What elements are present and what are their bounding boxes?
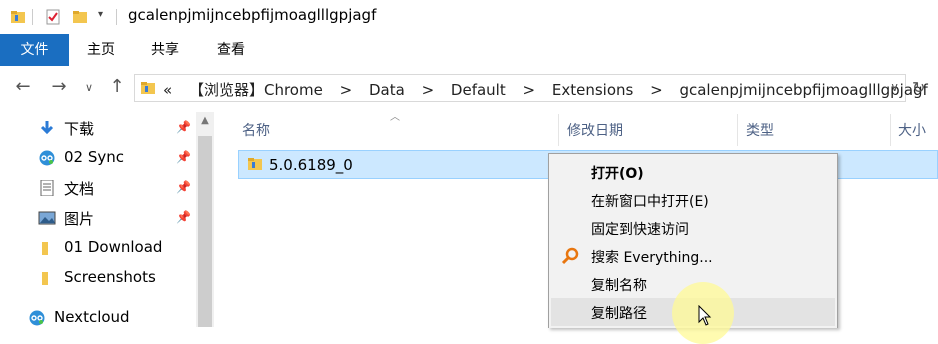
sidebar-item-pictures[interactable]: 图片 📌 xyxy=(0,204,196,232)
sort-ascending-icon: ︿ xyxy=(390,112,400,123)
sidebar-item-label: Screenshots xyxy=(64,268,156,286)
pin-icon[interactable]: 📌 xyxy=(176,210,191,224)
sidebar-item-downloads[interactable]: 下载 📌 xyxy=(0,114,196,142)
tab-view[interactable]: 查看 xyxy=(208,34,254,66)
breadcrumb-separator[interactable]: > xyxy=(523,81,536,99)
pin-icon[interactable]: 📌 xyxy=(176,120,191,134)
column-divider[interactable] xyxy=(558,114,559,146)
pin-icon[interactable]: 📌 xyxy=(176,150,191,164)
menu-item-open[interactable]: 打开(O) xyxy=(551,158,835,186)
window-title: gcalenpjmijncebpfijmoaglllgpjagf xyxy=(128,6,377,24)
breadcrumb-separator[interactable]: > xyxy=(340,81,353,99)
scrollbar-thumb[interactable] xyxy=(198,136,212,327)
folder-icon xyxy=(141,82,155,94)
divider xyxy=(32,9,33,25)
tab-home[interactable]: 主页 xyxy=(78,34,124,66)
menu-item-open-new-window[interactable]: 在新窗口中打开(E) xyxy=(551,186,835,214)
menu-item-label: 复制名称 xyxy=(591,278,647,294)
column-header-name[interactable]: 名称 xyxy=(242,120,270,140)
document-icon xyxy=(40,180,54,196)
sidebar-item-nextcloud[interactable]: Nextcloud xyxy=(0,304,186,332)
sidebar-item-documents[interactable]: 文档 📌 xyxy=(0,174,196,202)
sidebar-item-screenshots[interactable]: Screenshots xyxy=(0,264,196,292)
divider xyxy=(116,9,117,25)
up-arrow-icon[interactable]: ↑ xyxy=(104,76,130,97)
tab-share[interactable]: 共享 xyxy=(142,34,188,66)
menu-item-pin-quick-access[interactable]: 固定到快速访问 xyxy=(551,214,835,242)
menu-item-label: 固定到快速访问 xyxy=(591,222,689,238)
column-divider[interactable] xyxy=(890,114,891,146)
sidebar-item-01-download[interactable]: 01 Download xyxy=(0,234,196,262)
forward-arrow-icon[interactable]: → xyxy=(46,76,72,97)
search-icon xyxy=(561,247,579,265)
folder-icon xyxy=(248,158,262,170)
column-header-size[interactable]: 大小 xyxy=(898,120,926,140)
sidebar-item-02-sync[interactable]: 02 Sync 📌 xyxy=(0,144,196,172)
menu-item-label: 复制路径 xyxy=(591,306,647,322)
sidebar-item-label: 下载 xyxy=(64,120,95,138)
breadcrumb-item[interactable]: Extensions xyxy=(552,81,633,99)
breadcrumb-overflow-chevron[interactable]: « xyxy=(163,81,172,99)
recent-locations-chevron-icon[interactable]: ∨ xyxy=(76,81,102,94)
menu-item-label: 在新窗口中打开(E) xyxy=(591,194,709,210)
sidebar-scrollbar[interactable]: ▲ xyxy=(196,112,214,327)
scroll-up-arrow-icon[interactable]: ▲ xyxy=(196,112,214,130)
column-header-modified[interactable]: 修改日期 xyxy=(567,120,623,140)
pin-icon[interactable]: 📌 xyxy=(176,180,191,194)
nextcloud-icon xyxy=(29,310,45,326)
column-divider[interactable] xyxy=(737,114,738,146)
breadcrumb: « 【浏览器】Chrome > Data > Default > Extensi… xyxy=(163,79,938,100)
picture-icon xyxy=(38,211,56,225)
customize-toolbar-chevron-icon[interactable]: ▾ xyxy=(98,9,103,20)
properties-icon[interactable] xyxy=(45,9,61,25)
folder-app-icon[interactable] xyxy=(10,9,26,25)
sidebar-item-label: Nextcloud xyxy=(54,308,130,326)
file-name: 5.0.6189_0 xyxy=(269,156,353,174)
breadcrumb-separator[interactable]: > xyxy=(650,81,663,99)
download-icon xyxy=(40,121,54,135)
folder-icon xyxy=(42,242,48,255)
back-arrow-icon[interactable]: ← xyxy=(10,76,36,97)
breadcrumb-item[interactable]: Data xyxy=(369,81,405,99)
new-folder-icon[interactable] xyxy=(72,9,88,25)
address-dropdown-chevron-icon[interactable]: ∨ xyxy=(890,80,899,94)
title-bar: ▾ gcalenpjmijncebpfijmoaglllgpjagf xyxy=(0,0,938,34)
sidebar-item-label: 01 Download xyxy=(64,238,163,256)
tab-file[interactable]: 文件 xyxy=(0,34,69,66)
menu-item-search-everything[interactable]: 搜索 Everything... xyxy=(551,242,835,270)
menu-item-label: 搜索 Everything... xyxy=(591,250,713,266)
breadcrumb-item[interactable]: 【浏览器】Chrome xyxy=(189,81,323,99)
navigation-pane: 下载 📌 02 Sync 📌 文档 📌 图片 📌 01 Download Scr… xyxy=(0,112,214,327)
sidebar-item-label: 02 Sync xyxy=(64,148,125,166)
mouse-cursor-icon xyxy=(698,305,712,326)
folder-icon xyxy=(42,272,48,285)
address-bar[interactable]: « 【浏览器】Chrome > Data > Default > Extensi… xyxy=(134,74,928,102)
breadcrumb-separator[interactable]: > xyxy=(422,81,435,99)
sidebar-item-label: 图片 xyxy=(64,210,95,228)
refresh-icon[interactable]: ↻ xyxy=(912,78,925,97)
breadcrumb-item[interactable]: Default xyxy=(451,81,506,99)
nextcloud-icon xyxy=(39,150,55,166)
navigation-bar: ← → ∨ ↑ « 【浏览器】Chrome > Data > Default >… xyxy=(0,66,938,112)
column-header-type[interactable]: 类型 xyxy=(746,120,774,140)
ribbon-tabs: 文件 主页 共享 查看 xyxy=(0,34,938,67)
sidebar-item-label: 文档 xyxy=(64,180,95,198)
menu-item-label: 打开(O) xyxy=(591,166,644,182)
